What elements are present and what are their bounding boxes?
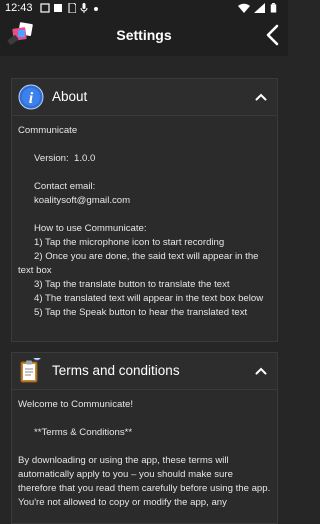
status-bar: 12:43 (0, 0, 288, 16)
about-line: Communicate (18, 125, 78, 136)
chevron-up-icon[interactable] (255, 92, 267, 102)
terms-line: **Terms & Conditions** (18, 427, 133, 438)
about-line: 5) Tap the Speak button to hear the tran… (18, 307, 248, 318)
about-header[interactable]: i About (12, 79, 277, 116)
status-time: 12:43 (5, 2, 33, 14)
back-chevron-icon[interactable] (264, 24, 282, 46)
app-bar: Settings (0, 16, 288, 56)
about-line: How to use Communicate: (18, 223, 147, 234)
signal-icon (254, 3, 265, 13)
dot-icon (94, 7, 98, 11)
chevron-up-icon[interactable] (255, 366, 267, 376)
page-title: Settings (116, 27, 172, 43)
sim-icon (68, 3, 76, 13)
about-line: 3) Tap the translate button to translate… (18, 279, 230, 290)
about-title: About (52, 89, 88, 104)
settings-content[interactable]: i About Communicate Version: 1.0.0 Conta… (0, 56, 288, 524)
about-line: 4) The translated text will appear in th… (18, 293, 264, 304)
about-line: koalitysoft@gmail.com (18, 195, 131, 206)
clipboard-icon (20, 358, 41, 383)
about-line: 2) Once you are done, the said text will… (18, 251, 262, 276)
terms-title: Terms and conditions (52, 363, 180, 378)
about-section: i About Communicate Version: 1.0.0 Conta… (11, 78, 278, 342)
info-icon: i (18, 84, 44, 110)
about-line: Contact email: (18, 181, 96, 192)
svg-text:i: i (29, 90, 34, 107)
about-line: Version: 1.0.0 (18, 153, 96, 164)
terms-line: By downloading or using the app, these t… (18, 455, 273, 508)
notification-icon (54, 4, 62, 12)
battery-icon (270, 3, 277, 13)
terms-line: Welcome to Communicate! (18, 399, 133, 410)
about-line: 1) Tap the microphone icon to start reco… (18, 237, 225, 248)
about-body: Communicate Version: 1.0.0 Contact email… (12, 116, 277, 320)
wifi-icon (238, 3, 250, 13)
terms-header[interactable]: Terms and conditions (12, 353, 277, 390)
mic-icon (80, 3, 88, 13)
terms-section: Terms and conditions Welcome to Communic… (11, 352, 278, 524)
notification-icon (40, 3, 50, 13)
terms-body: Welcome to Communicate! **Terms & Condit… (12, 390, 277, 510)
